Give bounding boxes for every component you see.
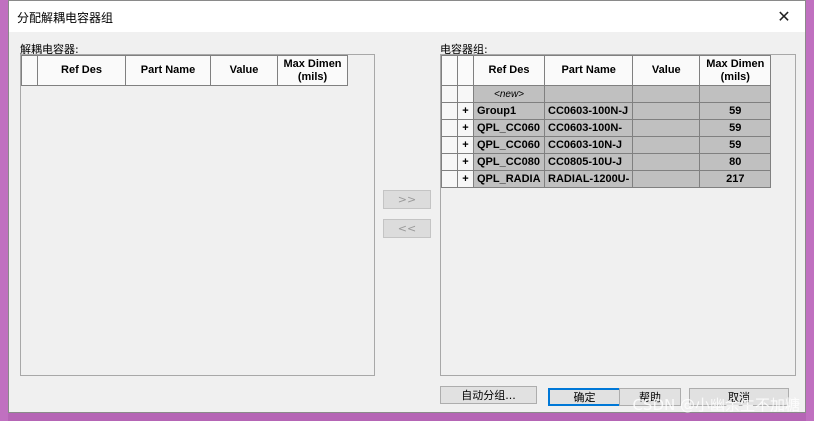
header-max-dimen[interactable]: Max Dimen (mils) — [699, 55, 772, 86]
part-name-cell: CC0603-10N-J — [543, 136, 634, 154]
table-row[interactable]: <new> — [441, 85, 772, 103]
max-dimen-cell: 59 — [699, 136, 772, 154]
max-dimen-cell: 59 — [699, 102, 772, 120]
watermark: CSDN @小幽余生不加糖 — [632, 396, 800, 414]
part-name-cell: CC0603-100N- — [543, 119, 634, 137]
expand-icon[interactable]: + — [457, 170, 474, 188]
expand-icon[interactable] — [457, 85, 474, 103]
background-right — [806, 0, 814, 421]
header-row: Ref Des Part Name Value Max Dimen (mils) — [441, 55, 772, 86]
value-cell — [632, 85, 701, 103]
ok-button[interactable]: 确定 — [548, 388, 621, 406]
ref-des-cell: <new> — [473, 85, 545, 103]
title-bar: 分配解耦电容器组 ✕ — [9, 1, 805, 32]
ref-des-cell: QPL_RADIA — [473, 170, 545, 188]
value-cell — [632, 170, 701, 188]
row-selector[interactable] — [441, 85, 458, 103]
background-left — [0, 0, 8, 421]
part-name-cell — [543, 85, 634, 103]
ref-des-cell: Group1 — [473, 102, 545, 120]
table-row[interactable]: + QPL_CC080 CC0805-10U-J 80 — [441, 153, 772, 171]
max-dimen-cell: 217 — [699, 170, 772, 188]
table-row[interactable]: + QPL_CC060 CC0603-10N-J 59 — [441, 136, 772, 154]
header-expand — [457, 55, 474, 86]
close-icon[interactable]: ✕ — [763, 1, 805, 32]
header-row: Ref Des Part Name Value Max Dimen (mils) — [21, 55, 348, 86]
max-dimen-cell — [699, 85, 772, 103]
ref-des-cell: QPL_CC080 — [473, 153, 545, 171]
max-dimen-cell: 80 — [699, 153, 772, 171]
decoupling-caps-table: Ref Des Part Name Value Max Dimen (mils) — [21, 55, 348, 86]
row-selector[interactable] — [441, 102, 458, 120]
cap-groups-table: Ref Des Part Name Value Max Dimen (mils)… — [441, 55, 772, 188]
part-name-cell: RADIAL-1200U- — [543, 170, 634, 188]
value-cell — [632, 153, 701, 171]
value-cell — [632, 119, 701, 137]
auto-group-button[interactable]: 自动分组... — [440, 386, 537, 404]
expand-icon[interactable]: + — [457, 102, 474, 120]
header-ref-des[interactable]: Ref Des — [473, 55, 545, 86]
part-name-cell: CC0603-100N-J — [543, 102, 634, 120]
max-dimen-cell: 59 — [699, 119, 772, 137]
row-selector[interactable] — [441, 119, 458, 137]
ref-des-cell: QPL_CC060 — [473, 136, 545, 154]
decoupling-caps-grid[interactable]: Ref Des Part Name Value Max Dimen (mils) — [20, 54, 375, 376]
header-corner — [21, 55, 38, 86]
part-name-cell: CC0805-10U-J — [543, 153, 634, 171]
row-selector[interactable] — [441, 170, 458, 188]
row-selector[interactable] — [441, 136, 458, 154]
header-part-name[interactable]: Part Name — [543, 55, 634, 86]
table-row[interactable]: + QPL_RADIA RADIAL-1200U- 217 — [441, 170, 772, 188]
header-value[interactable]: Value — [210, 55, 278, 86]
expand-icon[interactable]: + — [457, 153, 474, 171]
expand-icon[interactable]: + — [457, 119, 474, 137]
value-cell — [632, 136, 701, 154]
ref-des-cell: QPL_CC060 — [473, 119, 545, 137]
dialog-title: 分配解耦电容器组 — [17, 11, 114, 25]
cap-groups-grid[interactable]: Ref Des Part Name Value Max Dimen (mils)… — [440, 54, 796, 376]
assign-decoupling-dialog: 分配解耦电容器组 ✕ 解耦电容器: Ref Des Part Name Valu… — [8, 0, 806, 413]
table-row[interactable]: + QPL_CC060 CC0603-100N- 59 — [441, 119, 772, 137]
header-corner — [441, 55, 458, 86]
row-selector[interactable] — [441, 153, 458, 171]
add-to-group-button[interactable]: >> — [383, 190, 431, 209]
header-ref-des[interactable]: Ref Des — [37, 55, 126, 86]
expand-icon[interactable]: + — [457, 136, 474, 154]
remove-from-group-button[interactable]: << — [383, 219, 431, 238]
header-max-dimen[interactable]: Max Dimen (mils) — [277, 55, 348, 86]
header-part-name[interactable]: Part Name — [125, 55, 211, 86]
header-value[interactable]: Value — [632, 55, 701, 86]
table-row[interactable]: + Group1 CC0603-100N-J 59 — [441, 102, 772, 120]
value-cell — [632, 102, 701, 120]
